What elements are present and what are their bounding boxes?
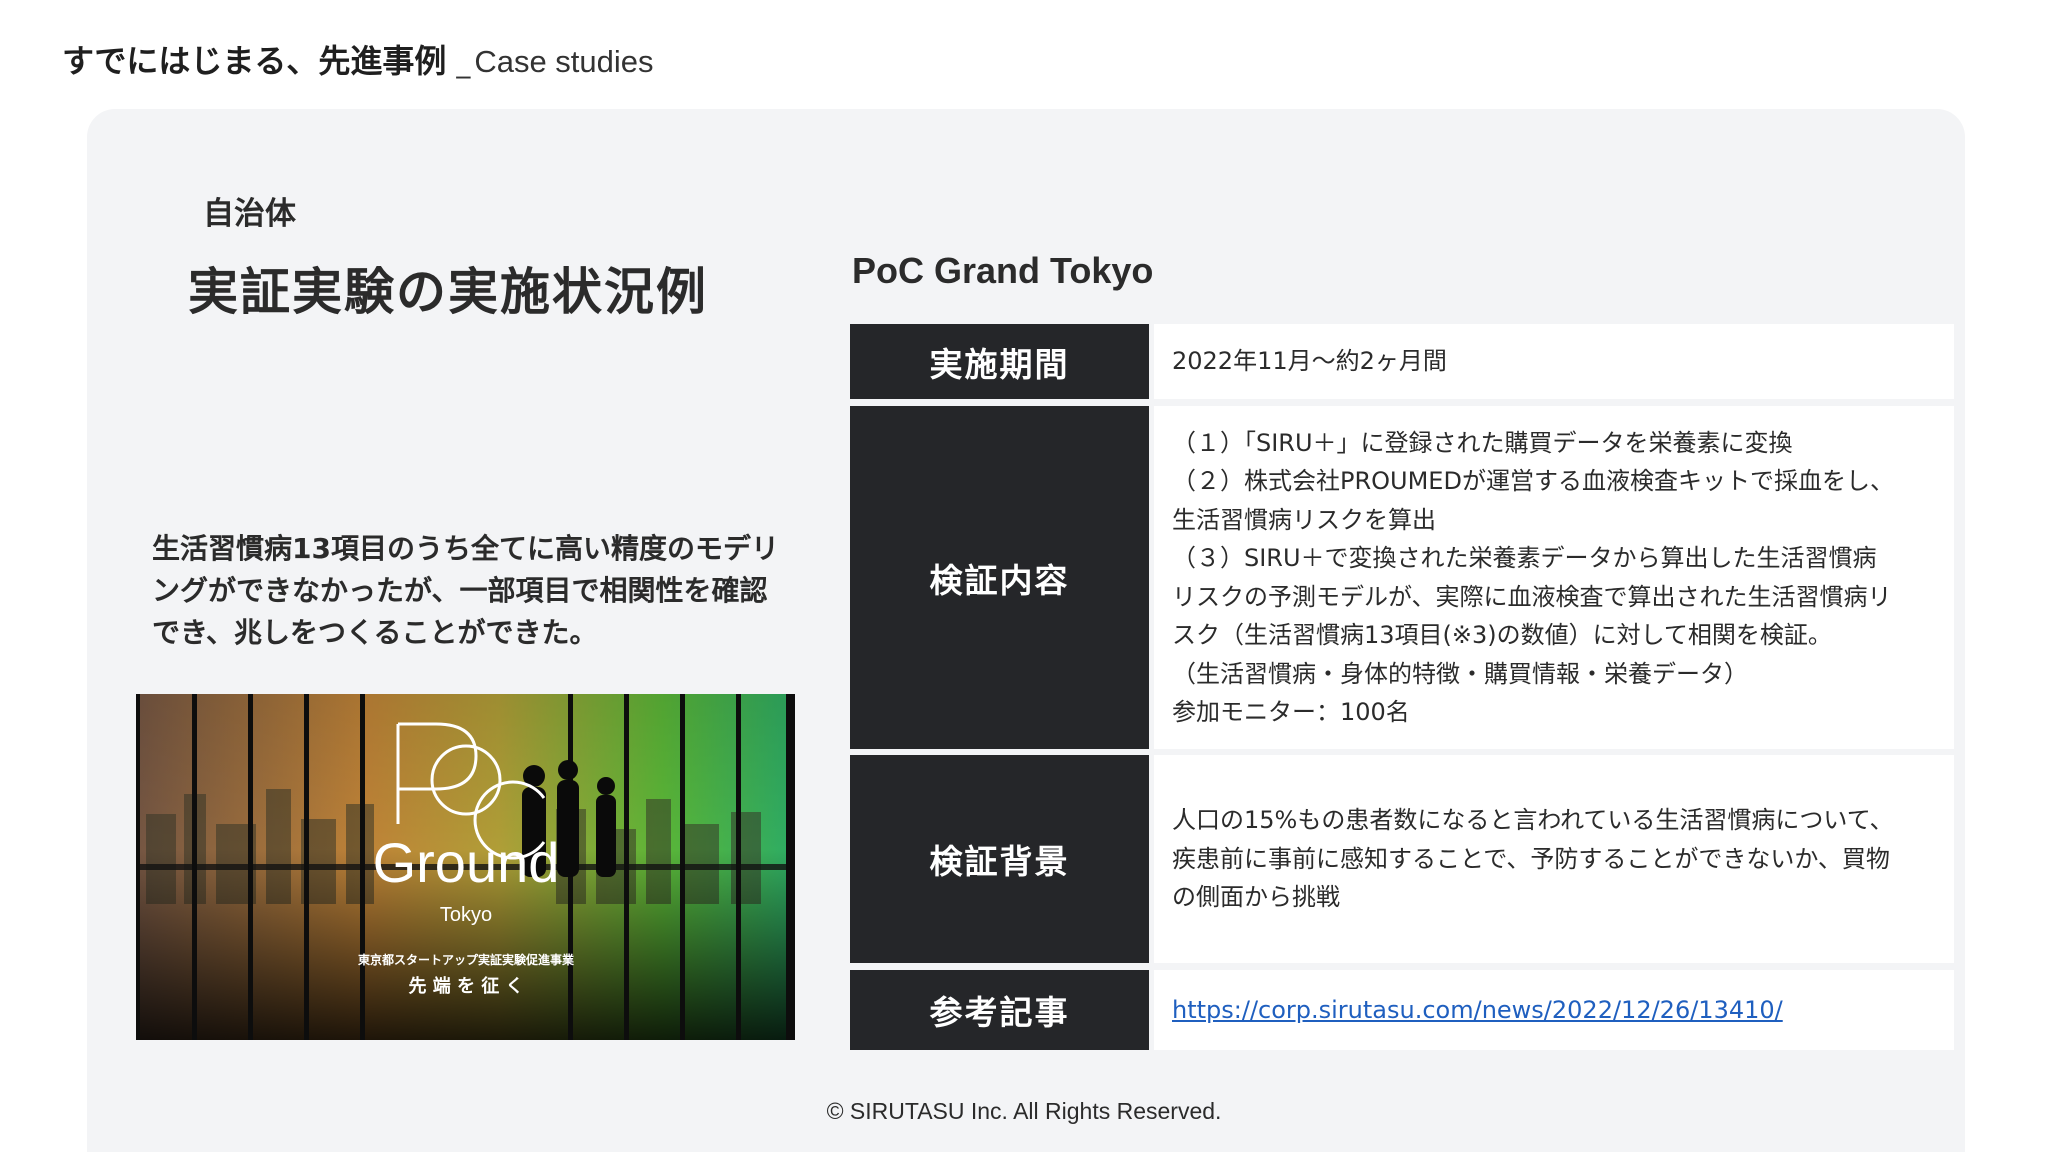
category-label: 自治体 (203, 196, 296, 232)
row-content: https://corp.sirutasu.com/news/2022/12/2… (1154, 970, 1954, 1050)
row-content: 人口の15%もの患者数になると言われている生活習慣病について、 疾患前に事前に感… (1154, 755, 1954, 963)
row-label: 検証背景 (850, 755, 1149, 963)
copyright-footer: © SIRUTASU Inc. All Rights Reserved. (826, 1098, 1222, 1124)
content-line: の側面から挑戦 (1172, 883, 1340, 912)
poc-title: PoC Grand Tokyo (852, 250, 1154, 291)
table-row-reference: 参考記事 https://corp.sirutasu.com/news/2022… (850, 970, 1954, 1050)
content-line: スク（生活習慣病13項目(※3)の数値）に対して相関を検証。 (1172, 621, 1832, 649)
row-label: 参考記事 (850, 970, 1149, 1050)
poc-ground-tokyo-image: Ground Tokyo 東京都スタートアップ実証実験促進事業 先 端 を 征 … (136, 694, 795, 1040)
header-subtitle: Case studies (474, 44, 654, 79)
row-content: 2022年11月〜約2ヶ月間 (1154, 324, 1954, 399)
content-line: （生活習慣病・身体的特徴・購買情報・栄養データ） (1172, 659, 1748, 688)
header-separator: _ (456, 46, 471, 79)
result-summary: 生活習慣病13項目のうち全てに高い精度のモデリングができなかったが、一部項目で相… (152, 532, 779, 649)
image-logo-sub: Tokyo (440, 904, 492, 926)
section-title: 実証実験の実施状況例 (188, 263, 708, 321)
row-content: （１）「SIRU＋」に登録された購買データを栄養素に変換 （２）株式会社PROU… (1154, 406, 1954, 749)
image-caption-2: 先 端 を 征 く (408, 975, 523, 997)
table-row-background: 検証背景 人口の15%もの患者数になると言われている生活習慣病について、 疾患前… (850, 755, 1954, 963)
table-row-verification: 検証内容 （１）「SIRU＋」に登録された購買データを栄養素に変換 （２）株式会… (850, 406, 1954, 749)
reference-link[interactable]: https://corp.sirutasu.com/news/2022/12/2… (1172, 996, 1783, 1024)
content-line: （２）株式会社PROUMEDが運営する血液検査キットで採血をし、 (1172, 467, 1894, 495)
content-line: 疾患前に事前に感知することで、予防することができないか、買物 (1172, 844, 1890, 873)
content-line: 参加モニター：100名 (1172, 698, 1410, 726)
image-caption-1: 東京都スタートアップ実証実験促進事業 (358, 952, 575, 967)
row-label: 検証内容 (850, 406, 1149, 749)
row-label: 実施期間 (850, 324, 1149, 399)
content-line: 2022年11月〜約2ヶ月間 (1172, 347, 1447, 376)
header-title: すでにはじまる、先進事例 (62, 42, 447, 80)
content-line: リスクの予測モデルが、実際に血液検査で算出された生活習慣病リ (1172, 582, 1892, 611)
content-line: （１）「SIRU＋」に登録された購買データを栄養素に変換 (1172, 428, 1793, 457)
page-header: すでにはじまる、先進事例 _ Case studies (62, 36, 654, 82)
content-line: 生活習慣病リスクを算出 (1172, 505, 1436, 534)
image-logo-main: Ground (373, 831, 560, 894)
content-line: （３）SIRU＋で変換された栄養素データから算出した生活習慣病 (1172, 544, 1877, 572)
content-line: 人口の15%もの患者数になると言われている生活習慣病について、 (1172, 806, 1894, 835)
table-row-period: 実施期間 2022年11月〜約2ヶ月間 (850, 324, 1954, 399)
